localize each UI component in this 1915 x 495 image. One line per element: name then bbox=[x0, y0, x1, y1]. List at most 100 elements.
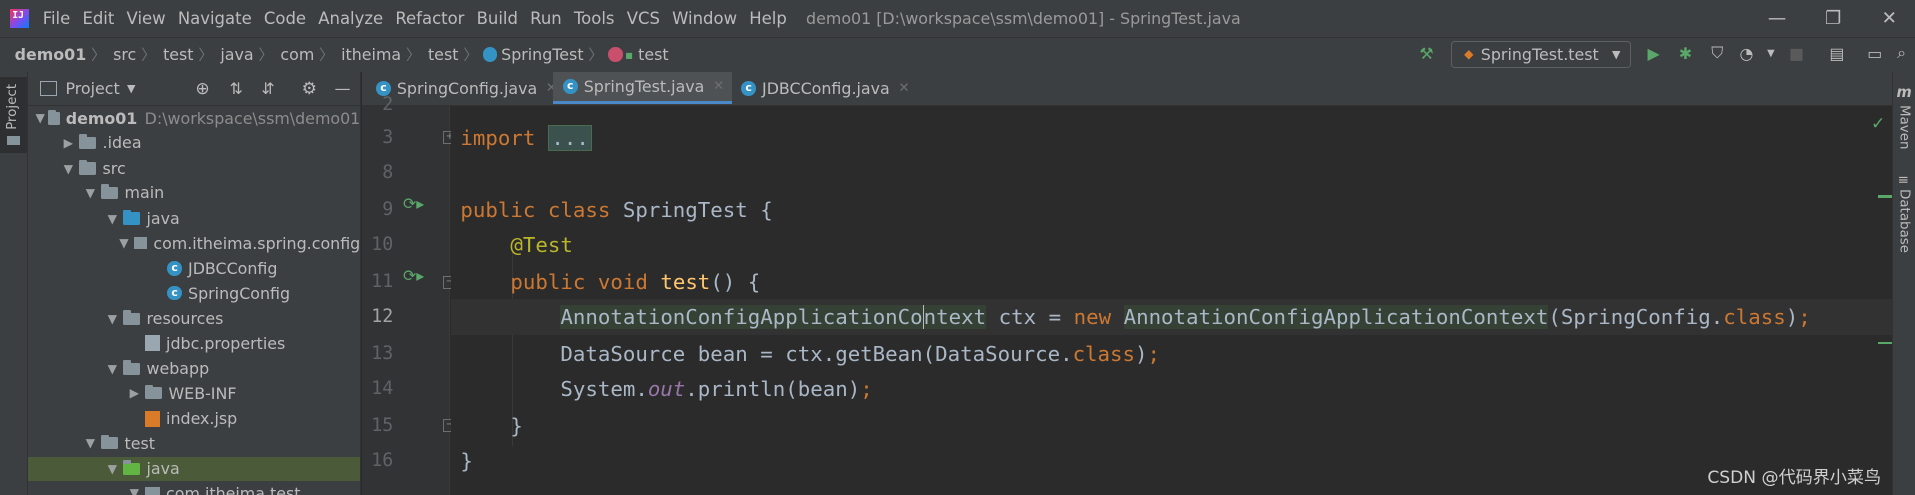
left-tool-strip: Project bbox=[0, 72, 28, 495]
tree-row-src[interactable]: ▼ src bbox=[28, 156, 360, 180]
maximize-button[interactable]: ❐ bbox=[1805, 0, 1861, 37]
minimize-button[interactable]: — bbox=[1749, 0, 1805, 37]
chevron-down-icon[interactable]: ▼ bbox=[127, 82, 135, 95]
menu-view[interactable]: View bbox=[120, 9, 171, 28]
expand-all-icon[interactable]: ⇅ bbox=[230, 79, 243, 98]
build-hammer-icon[interactable]: ⚒ bbox=[1417, 44, 1437, 64]
debug-bug-icon[interactable]: ✱ bbox=[1676, 44, 1696, 64]
folder-icon bbox=[145, 384, 163, 400]
chevron-down-icon[interactable]: ▼ bbox=[126, 486, 143, 494]
tree-row-index-jsp[interactable]: index.jsp bbox=[28, 407, 360, 431]
breadcrumb-method[interactable]: test bbox=[638, 45, 671, 64]
breadcrumb-itheima[interactable]: itheima bbox=[336, 45, 403, 64]
tree-row-resources[interactable]: ▼ resources bbox=[28, 307, 360, 331]
breadcrumb-separator-icon: 〉 bbox=[406, 47, 421, 65]
line-number: 2 bbox=[382, 93, 394, 115]
chevron-down-icon[interactable]: ▼ bbox=[35, 111, 46, 125]
chevron-down-icon[interactable]: ▼ bbox=[104, 362, 121, 376]
tree-row-root[interactable]: ▼ demo01 D:\workspace\ssm\demo01 bbox=[28, 106, 361, 130]
maven-tool-tab[interactable]: Maven bbox=[1896, 105, 1911, 150]
chevron-down-icon[interactable]: ▼ bbox=[104, 462, 121, 476]
close-tab-icon[interactable]: ✕ bbox=[713, 79, 724, 94]
project-panel-title[interactable]: Project bbox=[65, 79, 119, 98]
tree-row-main[interactable]: ▼ main bbox=[28, 181, 360, 205]
menu-tools[interactable]: Tools bbox=[568, 9, 621, 28]
breadcrumb-project[interactable]: demo01 bbox=[10, 45, 89, 64]
breadcrumb-test-package[interactable]: test bbox=[423, 45, 461, 64]
tree-row-idea[interactable]: ▶ .idea bbox=[28, 131, 360, 155]
presentation-icon[interactable]: ▭ bbox=[1865, 44, 1885, 64]
database-icon: ≡ bbox=[1897, 173, 1909, 189]
tree-row-main-java[interactable]: ▼ java bbox=[28, 206, 360, 230]
profiler-icon[interactable]: ◔ bbox=[1737, 44, 1757, 64]
tab-springconfig[interactable]: c SpringConfig.java ✕ bbox=[369, 72, 565, 105]
menu-window[interactable]: Window bbox=[666, 9, 743, 28]
chevron-down-icon[interactable]: ▼ bbox=[104, 312, 121, 326]
code-line-3: import ... bbox=[460, 120, 1891, 156]
chevron-right-icon[interactable]: ▶ bbox=[60, 136, 77, 150]
folded-imports[interactable]: ... bbox=[547, 124, 593, 151]
chevron-down-icon[interactable]: ▼ bbox=[82, 186, 99, 200]
code-editor[interactable]: import ... public class SpringTest { @Te… bbox=[450, 106, 1892, 495]
menu-help[interactable]: Help bbox=[743, 9, 793, 28]
menu-run[interactable]: Run bbox=[524, 9, 568, 28]
breadcrumb-com[interactable]: com bbox=[276, 45, 317, 64]
method-icon bbox=[607, 47, 623, 63]
coverage-shield-icon[interactable]: ⛉ bbox=[1707, 43, 1727, 64]
chevron-right-icon[interactable]: ▶ bbox=[126, 386, 143, 400]
editor-gutter[interactable]: 2 3 8 9 10 11 12 13 14 15 16 bbox=[361, 94, 451, 495]
breadcrumb-src[interactable]: src bbox=[108, 45, 138, 64]
tab-jdbcconfig[interactable]: c JDBCConfig.java ✕ bbox=[734, 72, 917, 105]
folder-icon bbox=[101, 434, 119, 450]
more-run-chevron-icon[interactable]: ▼ bbox=[1761, 44, 1781, 64]
tree-row-test-package[interactable]: ▼ com.itheima.test bbox=[28, 481, 360, 495]
menu-file[interactable]: File bbox=[37, 9, 77, 28]
menu-edit[interactable]: Edit bbox=[76, 9, 120, 28]
close-button[interactable]: ✕ bbox=[1861, 0, 1915, 37]
close-tab-icon[interactable]: ✕ bbox=[898, 81, 909, 96]
tab-label: SpringTest.java bbox=[583, 77, 705, 97]
stop-icon[interactable]: ■ bbox=[1787, 44, 1807, 64]
run-test-class-icon[interactable]: ⟳▸ bbox=[403, 194, 424, 214]
breadcrumb-test[interactable]: test bbox=[158, 45, 196, 64]
breadcrumb-class[interactable]: SpringTest bbox=[501, 45, 586, 64]
tree-row-webapp[interactable]: ▼ webapp bbox=[28, 357, 360, 381]
chevron-down-icon[interactable]: ▼ bbox=[60, 162, 77, 176]
menu-refactor[interactable]: Refactor bbox=[389, 9, 470, 28]
locate-target-icon[interactable]: ⊕ bbox=[195, 79, 209, 99]
menu-vcs[interactable]: VCS bbox=[621, 9, 666, 28]
menu-code[interactable]: Code bbox=[258, 9, 312, 28]
project-tool-tab[interactable]: Project bbox=[0, 76, 27, 153]
line-number: 14 bbox=[371, 378, 394, 400]
breadcrumb-java[interactable]: java bbox=[215, 45, 256, 64]
menu-build[interactable]: Build bbox=[471, 9, 525, 28]
tree-row-jdbc-properties[interactable]: jdbc.properties bbox=[28, 331, 360, 355]
tree-row-test[interactable]: ▼ test bbox=[28, 431, 360, 455]
tree-row-web-inf[interactable]: ▶ WEB-INF bbox=[28, 381, 360, 405]
gear-icon[interactable]: ⚙ bbox=[302, 79, 317, 99]
chevron-down-icon[interactable]: ▼ bbox=[82, 436, 99, 450]
tree-row-config-package[interactable]: ▼ com.itheima.spring.config bbox=[28, 231, 360, 255]
maven-icon: m bbox=[1896, 84, 1912, 102]
chevron-down-icon[interactable]: ▼ bbox=[116, 236, 131, 250]
package-icon bbox=[145, 487, 160, 495]
database-tool-tab[interactable]: Database bbox=[1896, 189, 1911, 253]
inspection-ok-check-icon[interactable]: ✓ bbox=[1871, 114, 1885, 134]
menu-analyze[interactable]: Analyze bbox=[312, 9, 389, 28]
hide-panel-icon[interactable]: — bbox=[335, 79, 351, 98]
search-icon[interactable]: ⌕ bbox=[1892, 43, 1912, 64]
tab-springtest[interactable]: c SpringTest.java ✕ bbox=[553, 72, 732, 105]
menu-navigate[interactable]: Navigate bbox=[172, 9, 258, 28]
intellij-logo-icon[interactable] bbox=[9, 8, 30, 29]
run-test-method-icon[interactable]: ⟳▸ bbox=[403, 266, 424, 286]
tree-row-test-java[interactable]: ▼ java bbox=[28, 456, 361, 482]
run-configuration-dropdown[interactable]: ◆ SpringTest.test ▼ bbox=[1450, 41, 1632, 68]
run-icon[interactable]: ▶ bbox=[1644, 44, 1664, 64]
collapse-all-icon[interactable]: ⇵ bbox=[261, 79, 274, 98]
class-icon bbox=[482, 47, 498, 63]
tree-row-jdbcconfig[interactable]: c JDBCConfig bbox=[28, 256, 360, 280]
project-structure-icon[interactable]: ▤ bbox=[1827, 44, 1847, 64]
chevron-down-icon[interactable]: ▼ bbox=[104, 212, 121, 226]
tree-row-springconfig[interactable]: c SpringConfig bbox=[28, 281, 360, 305]
